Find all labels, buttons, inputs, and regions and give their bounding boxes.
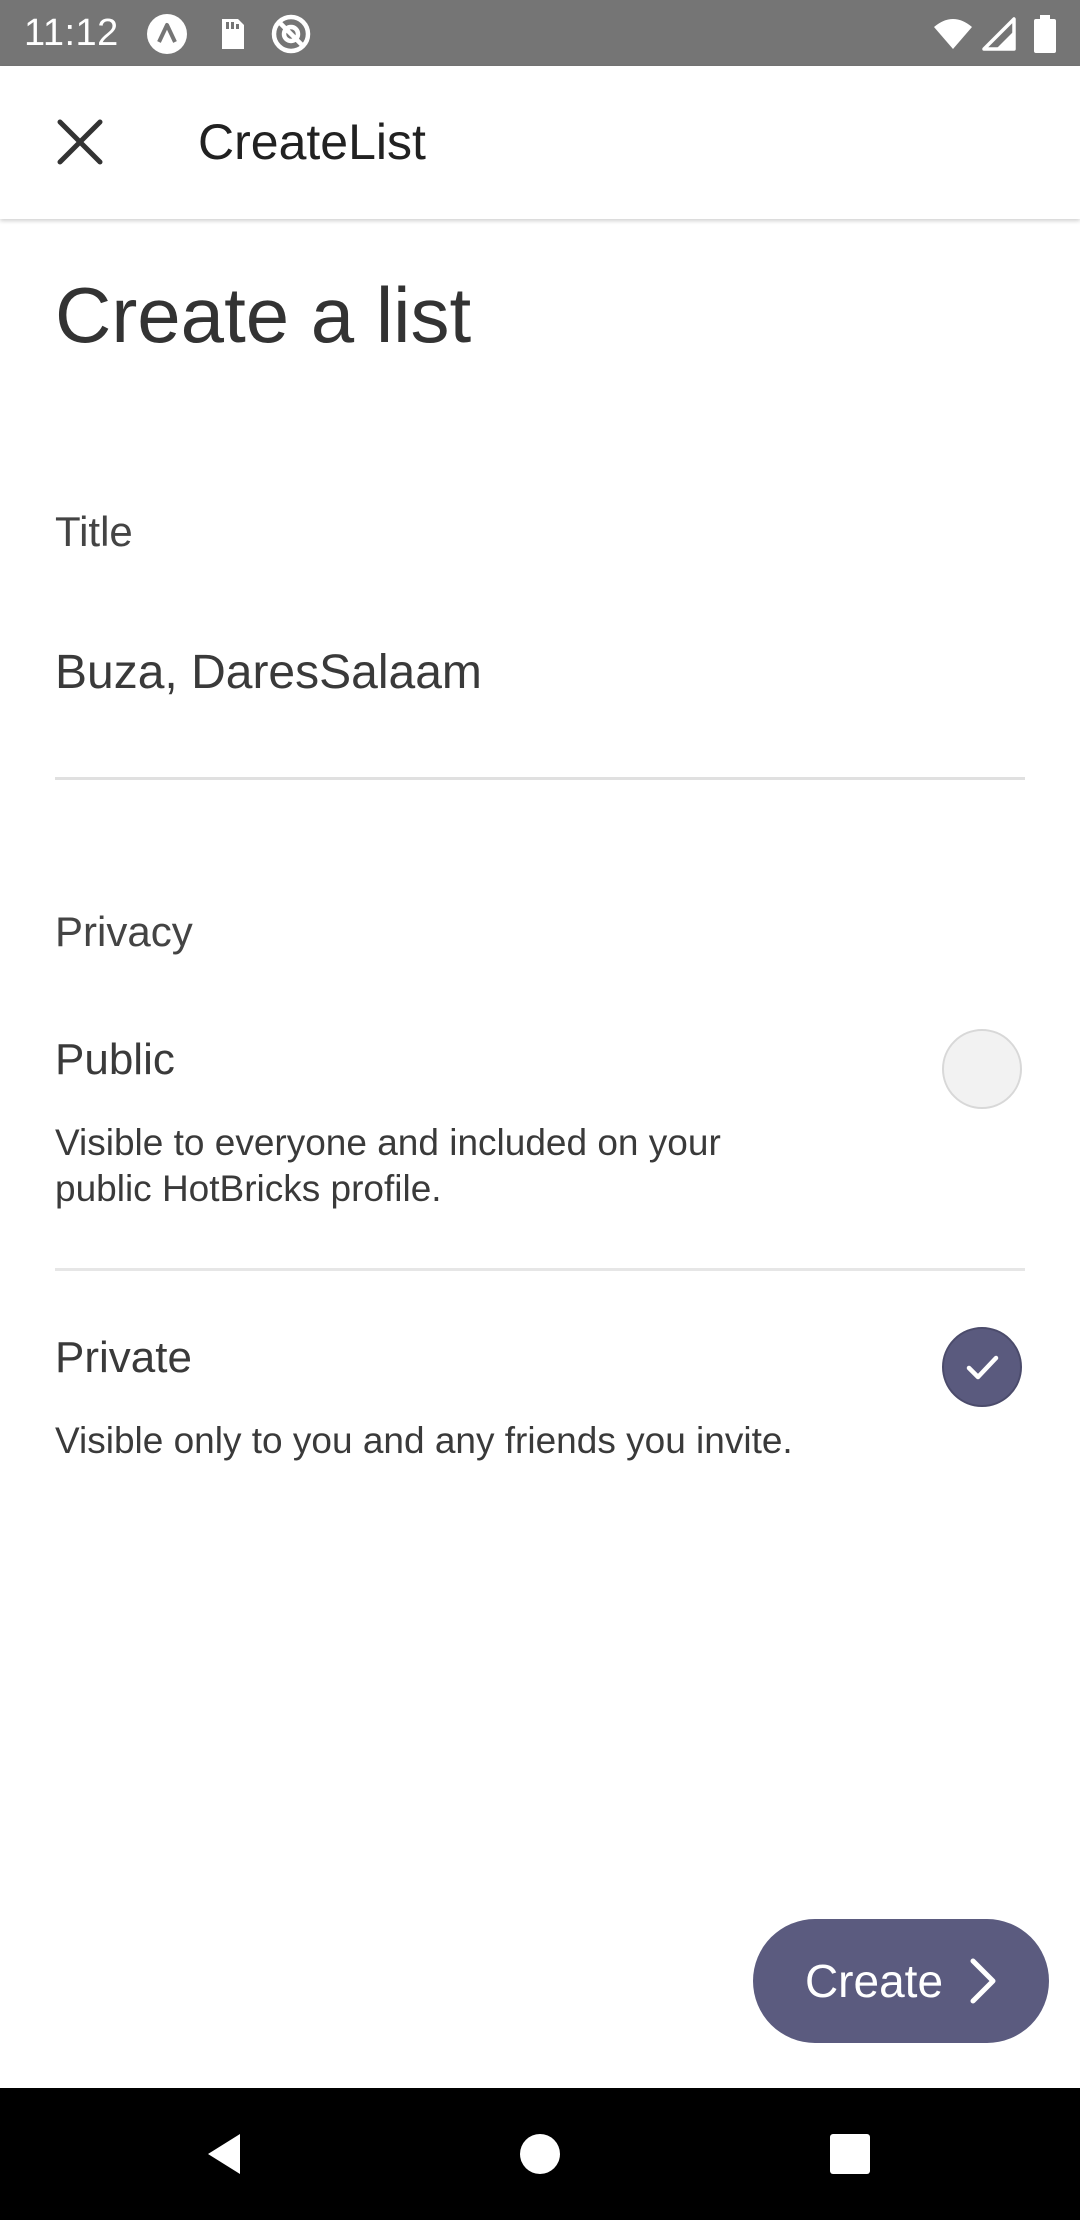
private-option-description: Visible only to you and any friends you … [55,1420,793,1461]
title-label: Title [55,508,133,555]
page-title: Create a list [55,271,472,359]
sd-card-icon [210,13,252,55]
status-bar: 11:12 [0,0,1080,66]
create-button-label: Create [804,1955,944,2007]
cell-signal-icon [978,13,1020,55]
app-bar: CreateList [0,66,1080,219]
check-icon [966,1355,999,1380]
recents-icon [830,2134,870,2174]
privacy-label: Privacy [55,908,193,955]
home-icon [520,2134,560,2174]
close-button[interactable] [40,102,120,182]
app-a-icon [146,13,188,55]
public-radio[interactable] [942,1029,1022,1109]
create-button[interactable]: Create [753,1919,1049,2043]
wifi-icon [932,13,974,55]
chevron-right-icon [970,1958,996,2004]
status-time: 11:12 [24,12,119,54]
at-sign-icon [270,13,312,55]
option-divider [55,1268,1025,1271]
private-option-title: Private [55,1333,192,1382]
app-bar-title: CreateList [198,114,426,170]
back-icon [208,2134,240,2174]
title-input[interactable] [55,630,1025,780]
nav-back-button[interactable] [186,2114,266,2194]
system-nav-bar [0,2088,1080,2220]
public-option-title: Public [55,1035,175,1084]
nav-recents-button[interactable] [810,2114,890,2194]
nav-home-button[interactable] [500,2114,580,2194]
close-icon [57,119,103,165]
battery-icon [1030,13,1060,55]
private-radio[interactable] [942,1327,1022,1407]
public-option-description: Visible to everyone and included on your… [55,1122,721,1209]
